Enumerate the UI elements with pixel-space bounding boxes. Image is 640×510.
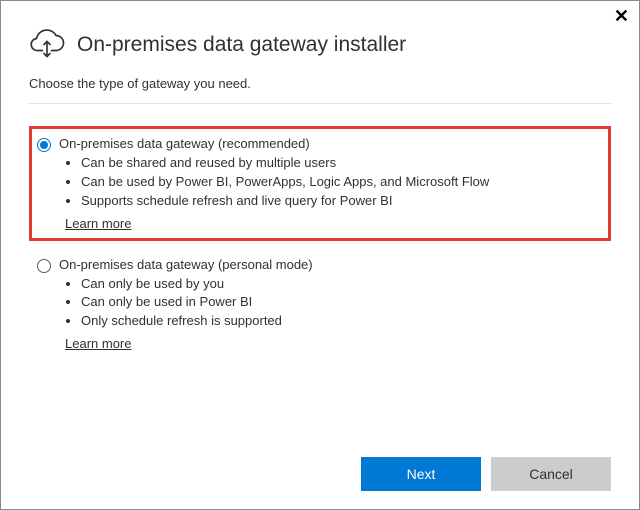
close-icon[interactable]: ✕ [614, 7, 629, 25]
dialog-subtitle: Choose the type of gateway you need. [29, 76, 611, 97]
option-recommended[interactable]: On-premises data gateway (recommended) C… [29, 126, 611, 241]
bullet-item: Only schedule refresh is supported [81, 312, 603, 331]
divider [29, 103, 611, 104]
option-label: On-premises data gateway (recommended) [59, 136, 603, 151]
dialog-title: On-premises data gateway installer [77, 33, 406, 57]
bullet-item: Can only be used by you [81, 275, 603, 294]
bullet-item: Can be used by Power BI, PowerApps, Logi… [81, 173, 603, 192]
radio-recommended[interactable] [37, 138, 51, 152]
dialog-header: On-premises data gateway installer [1, 1, 639, 76]
radio-personal[interactable] [37, 259, 51, 273]
cancel-button[interactable]: Cancel [491, 457, 611, 491]
next-button[interactable]: Next [361, 457, 481, 491]
dialog-footer: Next Cancel [361, 457, 611, 491]
option-personal[interactable]: On-premises data gateway (personal mode)… [29, 247, 611, 362]
bullet-item: Can be shared and reused by multiple use… [81, 154, 603, 173]
cloud-icon [29, 25, 65, 64]
option-bullets: Can be shared and reused by multiple use… [59, 154, 603, 211]
learn-more-link[interactable]: Learn more [65, 216, 131, 231]
option-label: On-premises data gateway (personal mode) [59, 257, 603, 272]
option-bullets: Can only be used by you Can only be used… [59, 275, 603, 332]
gateway-options: On-premises data gateway (recommended) C… [1, 112, 639, 361]
bullet-item: Can only be used in Power BI [81, 293, 603, 312]
bullet-item: Supports schedule refresh and live query… [81, 192, 603, 211]
learn-more-link[interactable]: Learn more [65, 336, 131, 351]
